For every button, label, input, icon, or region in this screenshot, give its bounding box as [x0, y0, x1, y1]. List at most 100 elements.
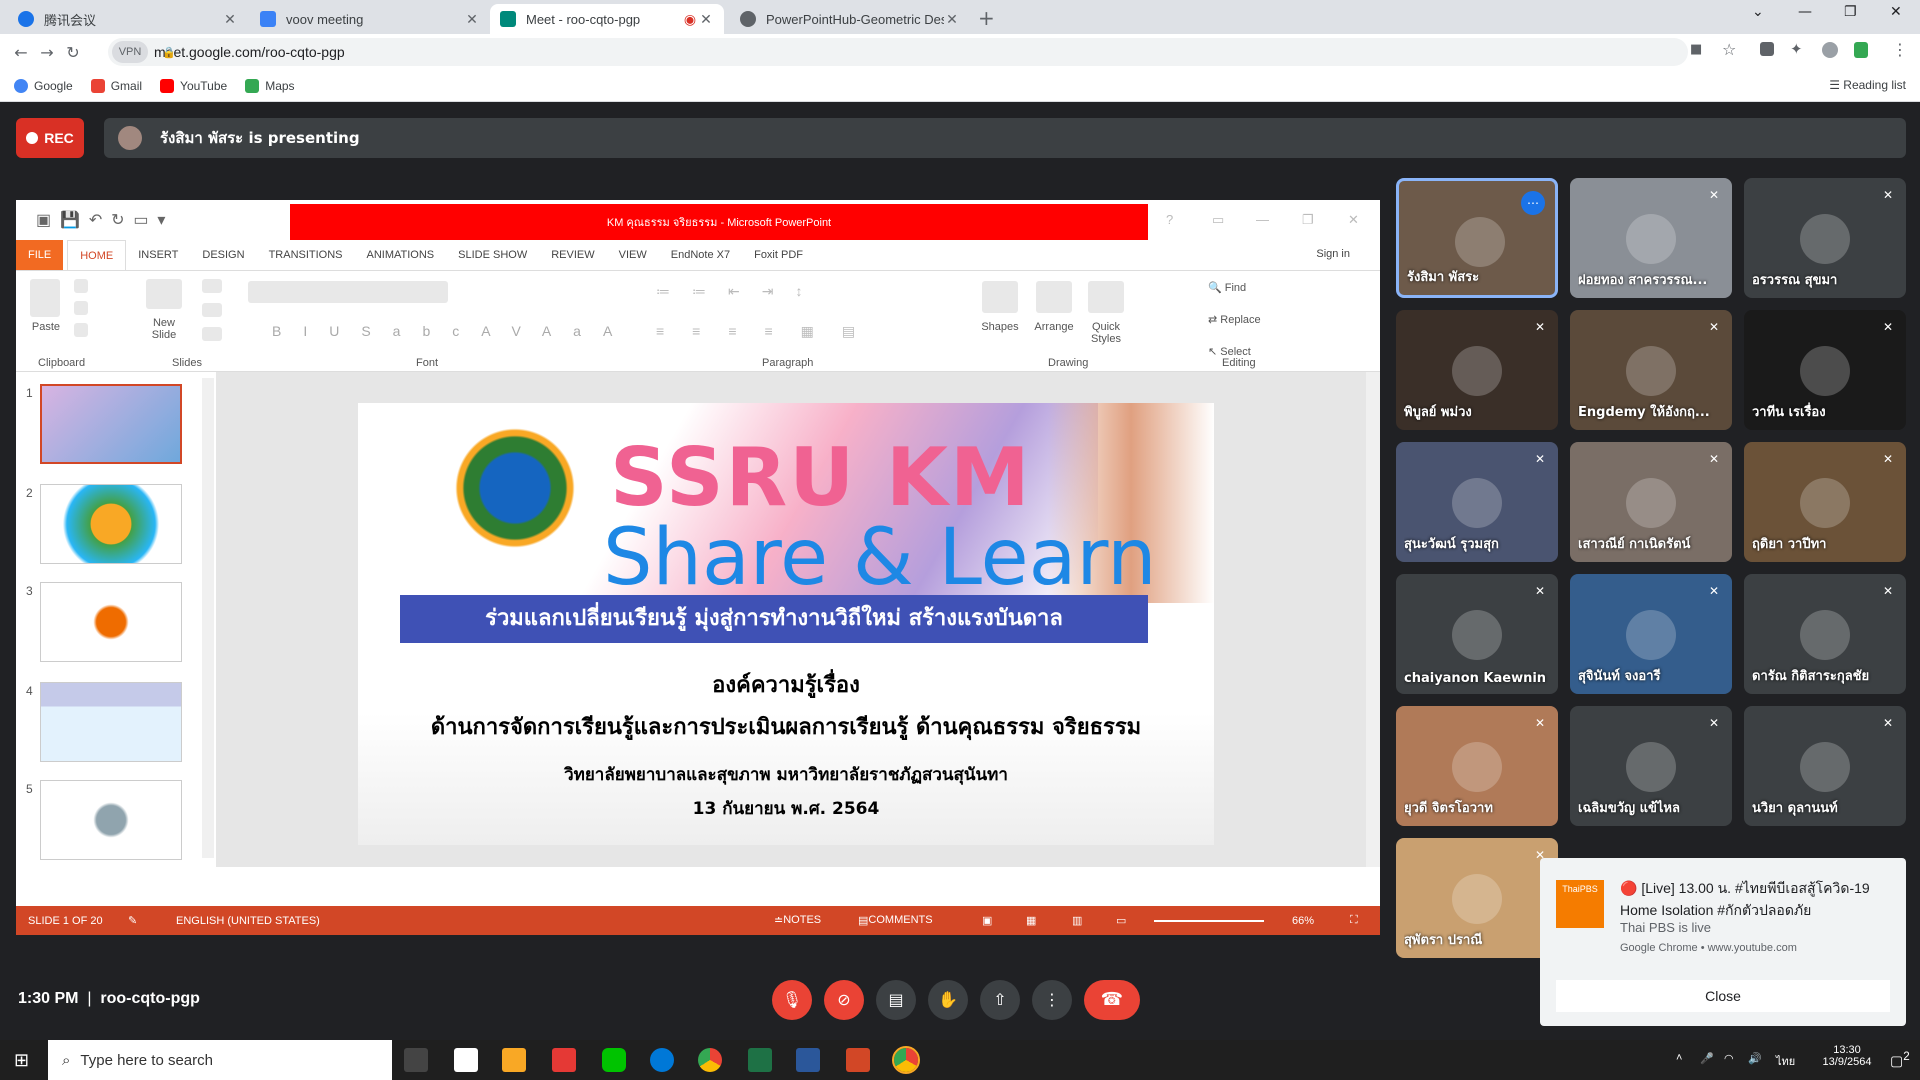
participant-tile[interactable]: ✕ นวิยา ดุลานนท์: [1744, 706, 1906, 826]
ppt-restore-icon[interactable]: ❐: [1302, 212, 1314, 228]
ppt-minimize-icon[interactable]: —: [1256, 212, 1269, 227]
layout-icon[interactable]: [202, 279, 222, 293]
arrange-label[interactable]: Arrange: [1028, 321, 1080, 333]
tab-search-icon[interactable]: ⌄: [1752, 4, 1764, 20]
chrome-canary-icon[interactable]: [892, 1046, 920, 1074]
tab-design[interactable]: DESIGN: [190, 240, 256, 270]
tab-insert[interactable]: INSERT: [126, 240, 190, 270]
notification-title[interactable]: 🔴 [Live] 13.00 น. #ไทยพีบีเอสสู้โควิด-19…: [1620, 878, 1890, 922]
excel-icon[interactable]: [748, 1048, 772, 1072]
help-icon[interactable]: ?: [1166, 212, 1173, 227]
new-slide-icon[interactable]: [146, 279, 182, 309]
captions-button[interactable]: ▤: [876, 980, 916, 1020]
mic-muted-icon[interactable]: ✕: [1880, 452, 1896, 468]
mic-muted-icon[interactable]: ✕: [1706, 452, 1722, 468]
mic-muted-icon[interactable]: ✕: [1532, 584, 1548, 600]
participant-tile[interactable]: ✕ ฤดิยา วาปีทา: [1744, 442, 1906, 562]
quick-styles-label[interactable]: Quick Styles: [1080, 321, 1132, 345]
bookmark-maps[interactable]: Maps: [245, 78, 295, 93]
font-name-box[interactable]: [248, 281, 448, 303]
file-explorer-icon[interactable]: [502, 1048, 526, 1072]
mic-muted-icon[interactable]: ✕: [1706, 320, 1722, 336]
word-icon[interactable]: [796, 1048, 820, 1072]
camera-icon[interactable]: ■: [1690, 42, 1702, 57]
mic-muted-icon[interactable]: ✕: [1532, 716, 1548, 732]
ribbon-display-icon[interactable]: ▭: [1212, 212, 1224, 228]
new-tab-icon[interactable]: +: [978, 6, 995, 30]
replace-button[interactable]: ⇄ Replace: [1208, 313, 1261, 326]
lock-icon[interactable]: 🔒: [162, 46, 176, 59]
task-view-icon[interactable]: [404, 1048, 428, 1072]
line-icon[interactable]: [602, 1048, 626, 1072]
close-tab-icon[interactable]: ✕: [944, 11, 960, 28]
ppt-close-icon[interactable]: ✕: [1348, 212, 1359, 228]
participant-tile[interactable]: ✕ อรวรรณ สุขมา: [1744, 178, 1906, 298]
url-text[interactable]: meet.google.com/roo-cqto-pgp: [154, 44, 345, 60]
section-icon[interactable]: [202, 327, 222, 341]
tab-home[interactable]: HOME: [67, 240, 127, 270]
reading-list[interactable]: ☰ Reading list: [1829, 78, 1906, 92]
menu-icon[interactable]: ⋮: [1892, 40, 1908, 59]
shapes-icon[interactable]: [982, 281, 1018, 313]
find-button[interactable]: 🔍 Find: [1208, 281, 1246, 294]
bookmark-gmail[interactable]: Gmail: [90, 78, 142, 93]
bookmark-star-icon[interactable]: ☆: [1722, 40, 1736, 59]
slide-thumbnail-3[interactable]: [40, 582, 182, 662]
mic-muted-icon[interactable]: ✕: [1532, 320, 1548, 336]
mic-muted-icon[interactable]: ✕: [1706, 188, 1722, 204]
quick-access-toolbar[interactable]: ▣ 💾 ↶ ↻ ▭ ▾: [36, 210, 165, 230]
mic-muted-icon[interactable]: ✕: [1706, 716, 1722, 732]
mic-muted-icon[interactable]: ✕: [1880, 320, 1896, 336]
present-button[interactable]: ⇧: [980, 980, 1020, 1020]
thumbnail-scrollbar[interactable]: [202, 378, 214, 858]
cut-icon[interactable]: [74, 279, 88, 293]
format-painter-icon[interactable]: [74, 323, 88, 337]
browser-tab[interactable]: PowerPointHub-Geometric Desig ✕: [730, 4, 970, 34]
mic-muted-icon[interactable]: ✕: [1880, 584, 1896, 600]
paste-label[interactable]: Paste: [28, 321, 64, 333]
participant-tile[interactable]: ✕ สุจินันท์ จงอารี: [1570, 574, 1732, 694]
slide-thumbnail-1[interactable]: [40, 384, 182, 464]
mic-muted-icon[interactable]: ✕: [1880, 188, 1896, 204]
participant-tile[interactable]: ✕ Engdemy ให้อังกฤ...: [1570, 310, 1732, 430]
tab-endnote[interactable]: EndNote X7: [659, 240, 742, 270]
bookmark-google[interactable]: Google: [14, 78, 73, 93]
taskbar-search[interactable]: ⌕ Type here to search: [48, 1040, 392, 1080]
normal-view-icon[interactable]: ▣: [982, 914, 992, 927]
tab-view[interactable]: VIEW: [607, 240, 659, 270]
slide-thumbnail-4[interactable]: [40, 682, 182, 762]
arrange-icon[interactable]: [1036, 281, 1072, 313]
slide-thumbnail-5[interactable]: [40, 780, 182, 860]
end-call-button[interactable]: ☎: [1084, 980, 1140, 1020]
browser-tab[interactable]: voov meeting ✕: [250, 4, 490, 34]
spellcheck-icon[interactable]: ✎: [128, 914, 137, 927]
extension-icon[interactable]: [1760, 42, 1774, 56]
align-icons[interactable]: ≡≡≡≡▦▤: [656, 323, 883, 340]
reload-icon[interactable]: ↻: [60, 43, 86, 62]
participant-tile[interactable]: ⋯ รังสิมา พัสระ: [1396, 178, 1558, 298]
more-options-icon[interactable]: ⋯: [1521, 191, 1545, 215]
notes-button[interactable]: ≐ NOTES: [774, 914, 821, 927]
tab-review[interactable]: REVIEW: [539, 240, 606, 270]
input-language[interactable]: ไทย: [1776, 1052, 1795, 1070]
close-tab-icon[interactable]: ✕: [464, 11, 480, 28]
participant-tile[interactable]: ✕ chaiyanon Kaewnin: [1396, 574, 1558, 694]
shapes-label[interactable]: Shapes: [974, 321, 1026, 333]
mic-off-button[interactable]: 🎙: [772, 980, 812, 1020]
windows-start-icon[interactable]: ⊞: [14, 1050, 29, 1071]
reading-view-icon[interactable]: ▥: [1072, 914, 1082, 927]
tab-foxit[interactable]: Foxit PDF: [742, 240, 815, 270]
anydesk-icon[interactable]: [552, 1048, 576, 1072]
vpn-badge[interactable]: VPN: [112, 41, 148, 63]
mic-tray-icon[interactable]: 🎤: [1700, 1052, 1714, 1065]
close-tab-icon[interactable]: ✕: [698, 11, 714, 28]
back-icon[interactable]: ←: [8, 43, 34, 62]
volume-icon[interactable]: 🔊: [1748, 1052, 1762, 1065]
bookmark-youtube[interactable]: YouTube: [160, 78, 227, 93]
mic-muted-icon[interactable]: ✕: [1532, 452, 1548, 468]
paste-icon[interactable]: [30, 279, 60, 317]
zoom-slider[interactable]: [1154, 920, 1264, 922]
notification-center-icon[interactable]: ▢2: [1890, 1050, 1910, 1070]
sign-in-link[interactable]: Sign in: [1316, 248, 1350, 260]
minimize-icon[interactable]: —: [1798, 4, 1812, 20]
